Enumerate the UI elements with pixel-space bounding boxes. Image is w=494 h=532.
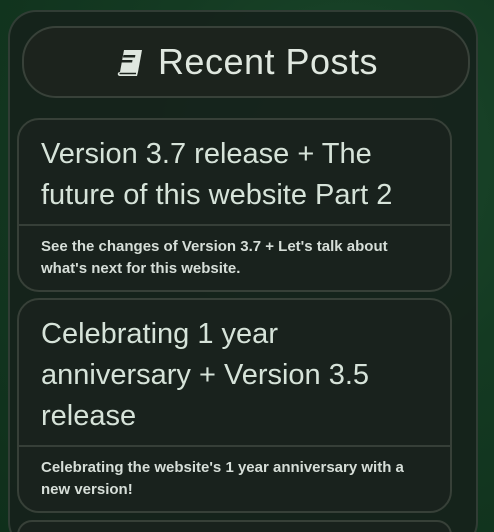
post-title[interactable]: Celebrating 1 year anniversary + Version…: [19, 300, 450, 447]
post-description: Celebrating the website's 1 year anniver…: [41, 459, 404, 498]
book-icon: [114, 42, 146, 83]
post-card[interactable]: Version 3.7 release + The future of this…: [17, 118, 452, 292]
post-card[interactable]: [17, 520, 452, 532]
recent-posts-header: Recent Posts: [22, 26, 470, 98]
widget-title: Recent Posts: [157, 41, 379, 82]
post-description: See the changes of Version 3.7 + Let's t…: [41, 238, 388, 277]
post-title[interactable]: Version 3.7 release + The future of this…: [19, 120, 450, 226]
post-card[interactable]: Celebrating 1 year anniversary + Version…: [17, 298, 452, 513]
